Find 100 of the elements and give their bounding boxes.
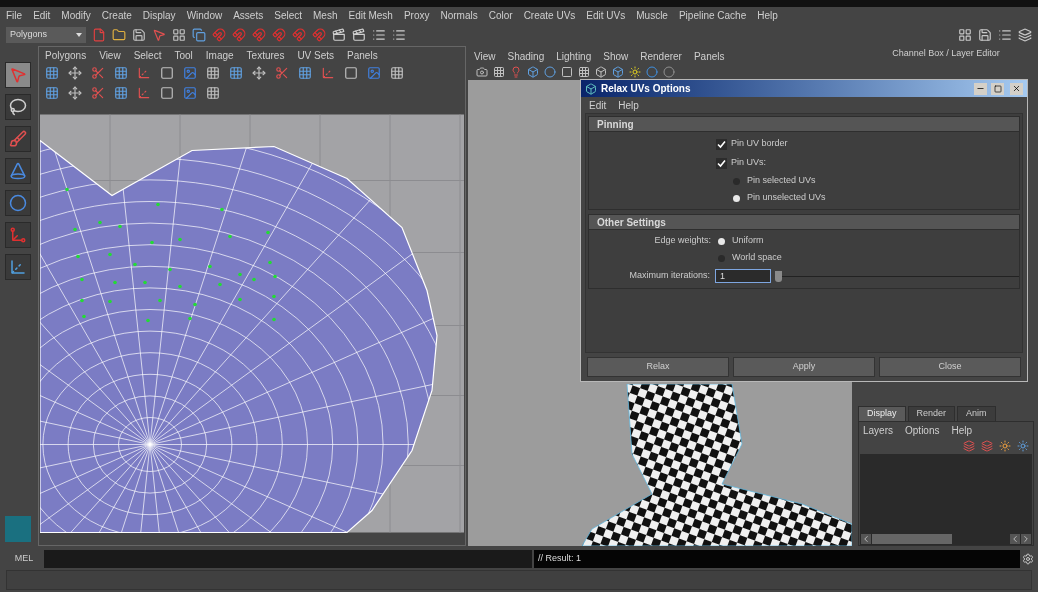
magnet-icon[interactable] <box>292 27 306 42</box>
radio-button[interactable] <box>733 194 740 202</box>
image-icon[interactable] <box>183 66 197 80</box>
scissors-icon[interactable] <box>91 66 105 80</box>
dialog-button[interactable]: Close <box>879 357 1021 377</box>
scroll-left-icon[interactable] <box>1010 533 1020 544</box>
menu-item[interactable]: Help <box>951 422 973 438</box>
sparkle-icon[interactable] <box>999 440 1011 452</box>
layer-tab[interactable]: Anim <box>957 406 996 421</box>
axis-icon[interactable] <box>321 66 335 80</box>
cube-icon[interactable] <box>595 66 607 78</box>
scale-tool-button[interactable] <box>5 222 31 248</box>
menu-item[interactable]: Normals <box>440 7 478 23</box>
cone-tool-button[interactable] <box>5 158 31 184</box>
clapperboard-icon[interactable] <box>332 27 346 42</box>
menu-item[interactable]: Polygons <box>45 47 87 63</box>
menu-item[interactable]: UV Sets <box>297 47 335 63</box>
folder-icon[interactable] <box>112 27 126 42</box>
square-icon[interactable] <box>561 66 573 78</box>
scissors-icon[interactable] <box>275 66 289 80</box>
menu-item[interactable]: Proxy <box>403 7 430 23</box>
grid-icon[interactable] <box>298 66 312 80</box>
menu-item[interactable]: Edit <box>33 7 51 23</box>
grid-icon[interactable] <box>114 86 128 100</box>
script-editor-icon[interactable] <box>1022 553 1034 565</box>
menu-item[interactable]: Select <box>274 7 302 23</box>
camera-icon[interactable] <box>476 66 488 78</box>
maximize-button[interactable] <box>991 82 1004 95</box>
grid-icon[interactable] <box>229 66 243 80</box>
move-icon[interactable] <box>68 66 82 80</box>
checkbox[interactable] <box>716 138 727 150</box>
menu-item[interactable]: Panels <box>347 47 378 63</box>
scroll-right-icon[interactable] <box>1021 533 1031 544</box>
layer-tab[interactable]: Render <box>907 406 956 421</box>
document-icon[interactable] <box>92 27 106 42</box>
image-icon[interactable] <box>183 86 197 100</box>
grid-icon[interactable] <box>172 27 186 42</box>
magnet-icon[interactable] <box>212 27 226 42</box>
list-icon[interactable] <box>372 27 386 42</box>
layers-icon[interactable] <box>981 440 993 452</box>
grid-icon[interactable] <box>958 27 972 42</box>
dialog-button[interactable]: Apply <box>733 357 875 377</box>
scroll-left-icon[interactable] <box>861 533 871 544</box>
list-icon[interactable] <box>998 27 1012 42</box>
minimize-button[interactable] <box>974 82 987 95</box>
menu-item[interactable]: View <box>474 48 496 64</box>
axis-tool-button[interactable] <box>5 254 31 280</box>
grid-icon[interactable] <box>114 66 128 80</box>
menu-item[interactable]: Panels <box>693 48 725 64</box>
pointer-icon[interactable] <box>152 27 166 42</box>
menu-item[interactable]: Assets <box>233 7 264 23</box>
menu-item[interactable]: Edit <box>589 97 607 113</box>
layers-icon[interactable] <box>1018 27 1032 42</box>
squares-icon[interactable] <box>192 27 206 42</box>
cube-icon[interactable] <box>612 66 624 78</box>
arrow-tool-button[interactable] <box>5 62 31 88</box>
save-icon[interactable] <box>132 27 146 42</box>
sphere-icon[interactable] <box>646 66 658 78</box>
lasso-tool-button[interactable] <box>5 94 31 120</box>
horizontal-scrollbar[interactable] <box>860 532 1032 545</box>
axis-icon[interactable] <box>137 86 151 100</box>
slider-track[interactable] <box>775 270 1019 282</box>
menu-item[interactable]: Mesh <box>313 7 338 23</box>
sun-icon[interactable] <box>629 66 641 78</box>
menu-item[interactable]: Pipeline Cache <box>678 7 747 23</box>
menu-item[interactable]: Muscle <box>636 7 668 23</box>
menu-item[interactable]: Edit UVs <box>586 7 626 23</box>
move-icon[interactable] <box>68 86 82 100</box>
layer-tab[interactable]: Display <box>858 406 906 421</box>
scissors-icon[interactable] <box>91 86 105 100</box>
menu-item[interactable]: Show <box>603 48 629 64</box>
square-icon[interactable] <box>344 66 358 80</box>
menu-item[interactable]: Lighting <box>556 48 592 64</box>
magnet-icon[interactable] <box>312 27 326 42</box>
grid-icon[interactable] <box>45 66 59 80</box>
slider-thumb[interactable] <box>775 270 782 282</box>
dialog-button[interactable]: Relax <box>587 357 729 377</box>
section-header[interactable]: Pinning <box>588 116 1020 132</box>
sparkle-icon[interactable] <box>1017 440 1029 452</box>
menu-item[interactable]: Display <box>142 7 176 23</box>
menu-item[interactable]: File <box>6 7 23 23</box>
menu-item[interactable]: Textures <box>246 47 285 63</box>
magnet-icon[interactable] <box>252 27 266 42</box>
mode-dropdown[interactable]: Polygons <box>6 26 86 43</box>
cube-icon[interactable] <box>527 66 539 78</box>
menu-item[interactable]: Modify <box>61 7 91 23</box>
grid-icon[interactable] <box>390 66 404 80</box>
menu-item[interactable]: View <box>99 47 121 63</box>
menu-item[interactable]: Tool <box>174 47 193 63</box>
checkbox[interactable] <box>716 157 727 169</box>
move-icon[interactable] <box>252 66 266 80</box>
grid-icon[interactable] <box>206 86 220 100</box>
close-button[interactable] <box>1010 82 1023 95</box>
menu-item[interactable]: Layers <box>863 422 893 438</box>
magnet-icon[interactable] <box>232 27 246 42</box>
square-icon[interactable] <box>160 66 174 80</box>
save-icon[interactable] <box>978 27 992 42</box>
sphere-tool-button[interactable] <box>5 190 31 216</box>
menu-item[interactable]: Help <box>618 97 639 113</box>
grid-icon[interactable] <box>206 66 220 80</box>
